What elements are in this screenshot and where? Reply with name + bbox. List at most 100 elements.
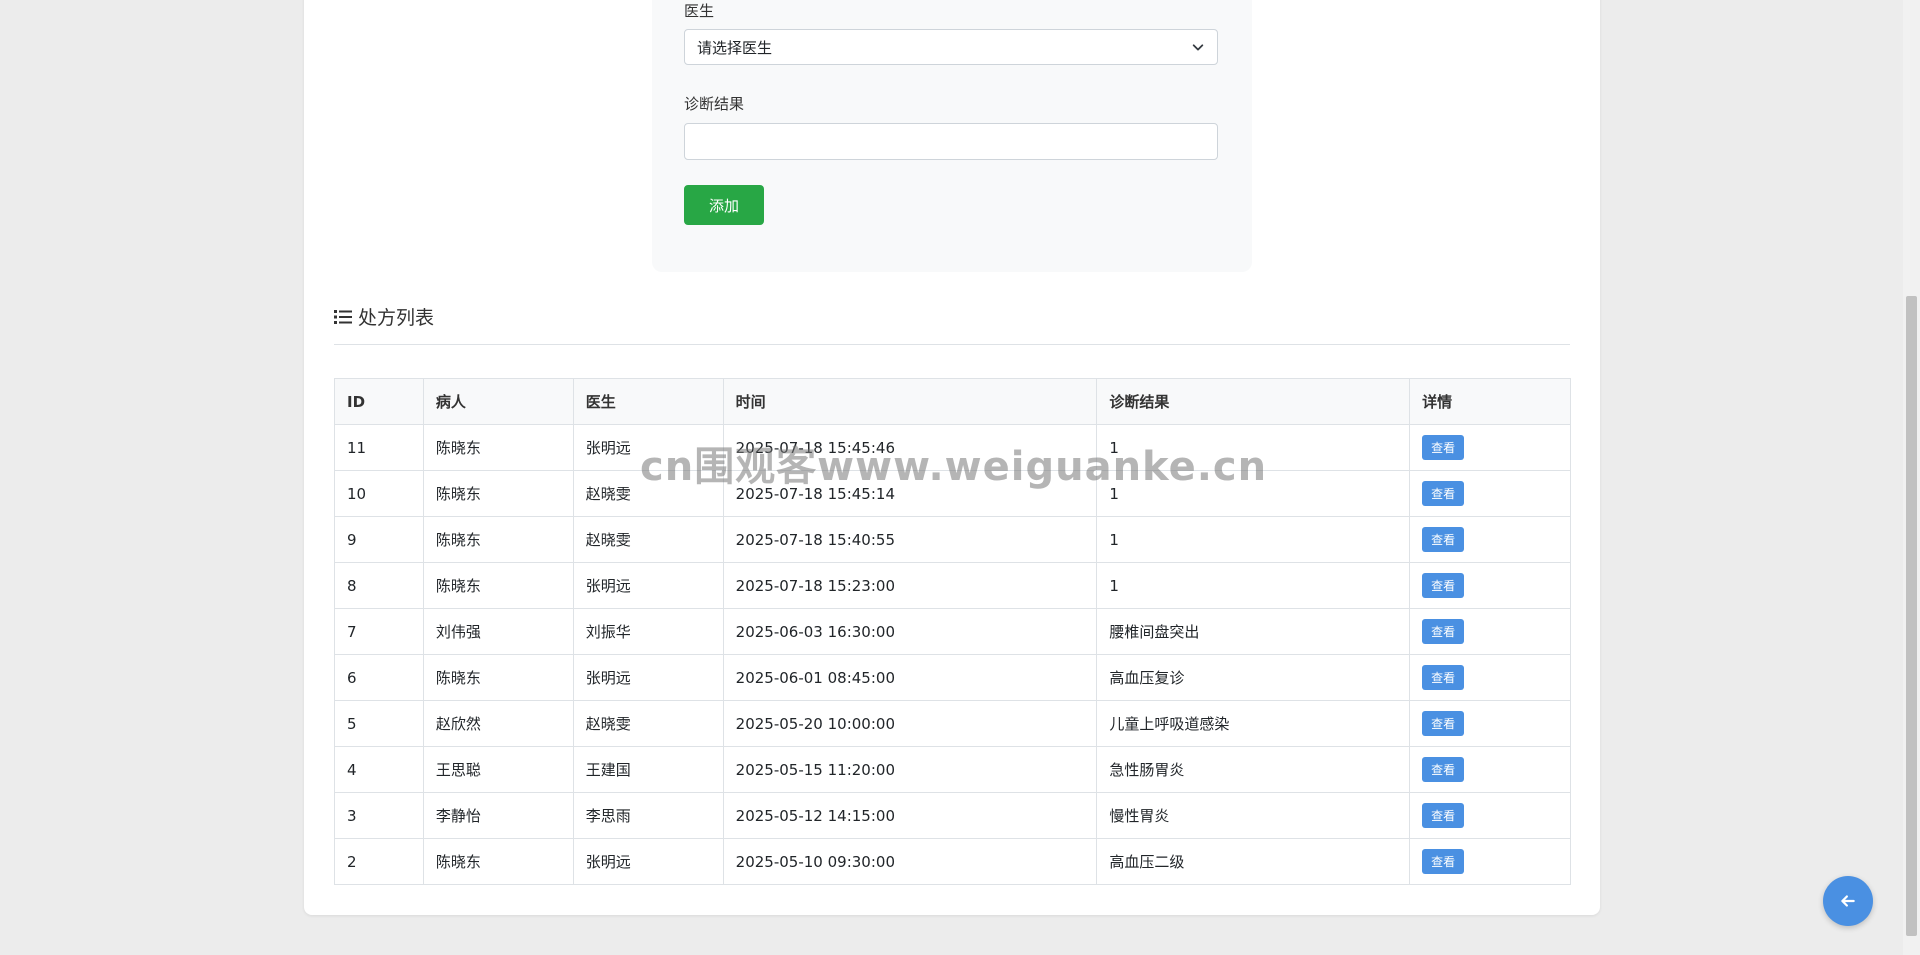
- cell-detail: 查看: [1409, 792, 1571, 839]
- cell-patient: 陈晓东: [422, 838, 574, 885]
- divider: [334, 344, 1570, 345]
- doctor-label: 医生: [684, 2, 715, 20]
- view-button[interactable]: 查看: [1422, 849, 1465, 874]
- view-button[interactable]: 查看: [1422, 573, 1465, 598]
- cell-diagnosis: 1: [1096, 470, 1411, 517]
- prescription-table: ID 病人 医生 时间 诊断结果 详情 11 陈晓东 张明远 2025-07-18 1…: [334, 378, 1571, 885]
- cell-diagnosis: 1: [1096, 516, 1411, 563]
- arrow-left-icon: [1841, 895, 1855, 907]
- cell-detail: 查看: [1409, 562, 1571, 609]
- cell-patient: 陈晓东: [422, 654, 574, 701]
- cell-diagnosis: 儿童上呼吸道感染: [1096, 700, 1411, 747]
- cell-doctor: 李思雨: [572, 792, 724, 839]
- cell-detail: 查看: [1409, 470, 1571, 517]
- table-row: 7 刘伟强 刘振华 2025-06-03 16:30:00 腰椎间盘突出 查看: [334, 608, 1571, 655]
- cell-detail: 查看: [1409, 608, 1571, 655]
- section-title: 处方列表: [334, 303, 434, 330]
- table-row: 9 陈晓东 赵晓雯 2025-07-18 15:40:55 1 查看: [334, 516, 1571, 563]
- cell-doctor: 赵晓雯: [572, 516, 724, 563]
- view-button[interactable]: 查看: [1422, 757, 1465, 782]
- view-button[interactable]: 查看: [1422, 619, 1465, 644]
- column-header: 医生: [572, 378, 724, 425]
- cell-time: 2025-07-18 15:40:55: [722, 516, 1098, 563]
- section-title-text: 处方列表: [358, 307, 435, 329]
- view-button[interactable]: 查看: [1422, 665, 1465, 690]
- cell-doctor: 张明远: [572, 838, 724, 885]
- cell-id: 4: [334, 746, 424, 793]
- column-header: 时间: [722, 378, 1098, 425]
- cell-id: 8: [334, 562, 424, 609]
- cell-diagnosis: 1: [1096, 562, 1411, 609]
- cell-patient: 陈晓东: [422, 470, 574, 517]
- cell-diagnosis: 高血压二级: [1096, 838, 1411, 885]
- diagnosis-input[interactable]: [684, 123, 1218, 160]
- cell-id: 11: [334, 424, 424, 471]
- table-row: 3 李静怡 李思雨 2025-05-12 14:15:00 慢性胃炎 查看: [334, 792, 1571, 839]
- cell-patient: 李静怡: [422, 792, 574, 839]
- back-button[interactable]: [1823, 876, 1873, 926]
- table-row: 6 陈晓东 张明远 2025-06-01 08:45:00 高血压复诊 查看: [334, 654, 1571, 701]
- column-header: 病人: [422, 378, 574, 425]
- cell-patient: 陈晓东: [422, 562, 574, 609]
- view-button[interactable]: 查看: [1422, 527, 1465, 552]
- cell-time: 2025-07-18 15:45:14: [722, 470, 1098, 517]
- doctor-select[interactable]: 请选择医生: [684, 29, 1218, 65]
- table-row: 2 陈晓东 张明远 2025-05-10 09:30:00 高血压二级 查看: [334, 838, 1571, 885]
- cell-id: 5: [334, 700, 424, 747]
- list-icon: [334, 309, 352, 324]
- table-row: 8 陈晓东 张明远 2025-07-18 15:23:00 1 查看: [334, 562, 1571, 609]
- scrollbar-thumb[interactable]: [1906, 296, 1917, 936]
- cell-patient: 陈晓东: [422, 424, 574, 471]
- cell-patient: 王思聪: [422, 746, 574, 793]
- cell-detail: 查看: [1409, 746, 1571, 793]
- cell-diagnosis: 1: [1096, 424, 1411, 471]
- scrollbar[interactable]: [1903, 0, 1920, 955]
- cell-patient: 刘伟强: [422, 608, 574, 655]
- column-header: ID: [334, 378, 424, 425]
- cell-patient: 陈晓东: [422, 516, 574, 563]
- view-button[interactable]: 查看: [1422, 711, 1465, 736]
- column-header: 诊断结果: [1096, 378, 1411, 425]
- cell-id: 6: [334, 654, 424, 701]
- cell-doctor: 张明远: [572, 562, 724, 609]
- cell-diagnosis: 急性肠胃炎: [1096, 746, 1411, 793]
- cell-time: 2025-05-20 10:00:00: [722, 700, 1098, 747]
- cell-detail: 查看: [1409, 700, 1571, 747]
- cell-doctor: 王建国: [572, 746, 724, 793]
- column-header: 详情: [1409, 378, 1571, 425]
- cell-time: 2025-07-18 15:45:46: [722, 424, 1098, 471]
- cell-time: 2025-06-03 16:30:00: [722, 608, 1098, 655]
- cell-doctor: 张明远: [572, 424, 724, 471]
- cell-diagnosis: 慢性胃炎: [1096, 792, 1411, 839]
- cell-time: 2025-06-01 08:45:00: [722, 654, 1098, 701]
- cell-doctor: 赵晓雯: [572, 700, 724, 747]
- table-row: 10 陈晓东 赵晓雯 2025-07-18 15:45:14 1 查看: [334, 470, 1571, 517]
- chevron-down-icon: [1192, 44, 1204, 51]
- view-button[interactable]: 查看: [1422, 481, 1465, 506]
- table-row: 11 陈晓东 张明远 2025-07-18 15:45:46 1 查看: [334, 424, 1571, 471]
- cell-diagnosis: 腰椎间盘突出: [1096, 608, 1411, 655]
- cell-time: 2025-05-12 14:15:00: [722, 792, 1098, 839]
- cell-detail: 查看: [1409, 654, 1571, 701]
- view-button[interactable]: 查看: [1422, 435, 1465, 460]
- cell-doctor: 刘振华: [572, 608, 724, 655]
- cell-detail: 查看: [1409, 838, 1571, 885]
- table-row: 5 赵欣然 赵晓雯 2025-05-20 10:00:00 儿童上呼吸道感染 查看: [334, 700, 1571, 747]
- cell-doctor: 张明远: [572, 654, 724, 701]
- view-button[interactable]: 查看: [1422, 803, 1465, 828]
- cell-time: 2025-07-18 15:23:00: [722, 562, 1098, 609]
- cell-doctor: 赵晓雯: [572, 470, 724, 517]
- diagnosis-label: 诊断结果: [684, 95, 745, 113]
- table-row: 4 王思聪 王建国 2025-05-15 11:20:00 急性肠胃炎 查看: [334, 746, 1571, 793]
- cell-id: 9: [334, 516, 424, 563]
- cell-time: 2025-05-10 09:30:00: [722, 838, 1098, 885]
- cell-id: 2: [334, 838, 424, 885]
- cell-detail: 查看: [1409, 516, 1571, 563]
- table-header-row: ID 病人 医生 时间 诊断结果 详情: [334, 378, 1571, 425]
- cell-id: 7: [334, 608, 424, 655]
- cell-id: 10: [334, 470, 424, 517]
- cell-diagnosis: 高血压复诊: [1096, 654, 1411, 701]
- doctor-select-value: 请选择医生: [697, 38, 773, 57]
- cell-detail: 查看: [1409, 424, 1571, 471]
- add-button[interactable]: 添加: [684, 185, 764, 225]
